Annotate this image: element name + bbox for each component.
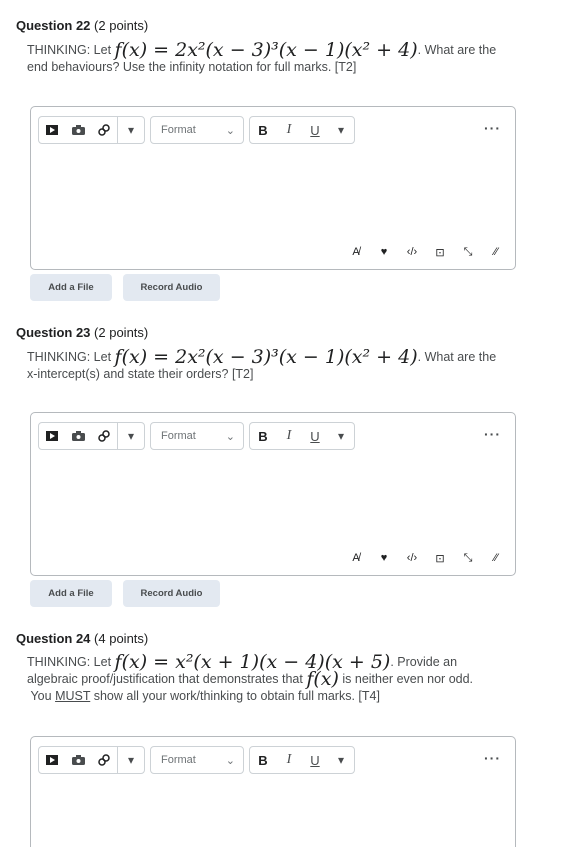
question-text-after: . What are the [417, 43, 497, 57]
math-expression: f(x) = x²(x + 1)(x − 4)(x + 5) [114, 651, 391, 673]
camera-icon[interactable] [65, 747, 91, 773]
question-header: Question 24 (4 points) [16, 631, 148, 646]
question-prefix: THINKING: Let [27, 43, 115, 57]
video-icon[interactable] [39, 423, 65, 449]
add-file-button[interactable]: Add a File [30, 274, 112, 301]
spellcheck-icon[interactable]: A̸ [349, 245, 363, 259]
spellcheck-icon[interactable]: A̸ [349, 551, 363, 565]
question-number: Question 24 [16, 631, 91, 646]
italic-button[interactable]: I [276, 117, 302, 143]
link-icon[interactable] [91, 117, 117, 143]
more-options-icon[interactable]: ··· [484, 750, 501, 766]
preview-icon[interactable]: ⊡ [433, 551, 447, 565]
question-text-line3-end: show all your work/thinking to obtain fu… [90, 689, 380, 703]
link-icon[interactable] [91, 747, 117, 773]
camera-icon[interactable] [65, 423, 91, 449]
question-text-line2-end: is neither even nor odd. [338, 672, 474, 686]
dropdown-icon[interactable]: ▾ [118, 423, 144, 449]
question-points: (4 points) [94, 631, 149, 646]
editor-toolbar: ▾ Format ⌄ B I U ▾ [38, 116, 355, 144]
must-emphasis: MUST [55, 689, 91, 703]
underline-button[interactable]: U [302, 747, 328, 773]
editor-toolbar: ▾ Format ⌄ B I U ▾ [38, 746, 355, 774]
record-audio-button[interactable]: Record Audio [123, 274, 220, 301]
accessibility-icon[interactable]: ♥ [377, 245, 391, 259]
bold-button[interactable]: B [250, 747, 276, 773]
question-prefix: THINKING: Let [27, 350, 115, 364]
bold-button[interactable]: B [250, 117, 276, 143]
question-text: THINKING: Let f(x) = x²(x + 1)(x − 4)(x … [27, 651, 547, 705]
insert-group: ▾ [38, 422, 145, 450]
camera-icon[interactable] [65, 117, 91, 143]
question-number: Question 23 [16, 325, 91, 340]
question-header: Question 22 (2 points) [16, 18, 148, 33]
chevron-down-icon: ⌄ [225, 754, 235, 767]
more-options-icon[interactable]: ··· [484, 120, 501, 136]
editor-toolbar: ▾ Format ⌄ B I U ▾ [38, 422, 355, 450]
italic-button[interactable]: I [276, 747, 302, 773]
question-text-line2: algebraic proof/justification that demon… [27, 672, 307, 686]
format-label: Format [161, 124, 196, 136]
dropdown-icon[interactable]: ▾ [118, 117, 144, 143]
resize-icon[interactable]: ⁄⁄ [489, 551, 503, 565]
more-format-dropdown[interactable]: ▾ [328, 423, 354, 449]
source-code-icon[interactable]: ‹/› [405, 551, 419, 565]
question-points: (2 points) [94, 325, 149, 340]
bold-button[interactable]: B [250, 423, 276, 449]
video-icon[interactable] [39, 747, 65, 773]
question-points: (2 points) [94, 18, 149, 33]
resize-icon[interactable]: ⁄⁄ [489, 245, 503, 259]
editor-bottom-icons: A̸ ♥ ‹/› ⊡ ⤡ ⁄⁄ [349, 245, 503, 259]
question-number: Question 22 [16, 18, 91, 33]
question-text-after: . What are the [417, 350, 497, 364]
more-options-icon[interactable]: ··· [484, 426, 501, 442]
underline-button[interactable]: U [302, 423, 328, 449]
underline-button[interactable]: U [302, 117, 328, 143]
format-label: Format [161, 430, 196, 442]
more-format-dropdown[interactable]: ▾ [328, 747, 354, 773]
video-icon[interactable] [39, 117, 65, 143]
format-select[interactable]: Format ⌄ [150, 746, 244, 774]
answer-editor[interactable]: ▾ Format ⌄ B I U ▾ ··· [30, 736, 516, 847]
preview-icon[interactable]: ⊡ [433, 245, 447, 259]
math-fx-inline: f(x) [306, 668, 339, 690]
text-style-group: B I U ▾ [249, 422, 355, 450]
question-text-line2: x-intercept(s) and state their orders? [… [27, 367, 254, 381]
link-icon[interactable] [91, 423, 117, 449]
question-text-line2: end behaviours? Use the infinity notatio… [27, 60, 357, 74]
editor-bottom-icons: A̸ ♥ ‹/› ⊡ ⤡ ⁄⁄ [349, 551, 503, 565]
question-header: Question 23 (2 points) [16, 325, 148, 340]
answer-editor[interactable]: ▾ Format ⌄ B I U ▾ ··· A̸ ♥ ‹/› ⊡ ⤡ ⁄⁄ [30, 106, 516, 270]
add-file-button[interactable]: Add a File [30, 580, 112, 607]
accessibility-icon[interactable]: ♥ [377, 551, 391, 565]
dropdown-icon[interactable]: ▾ [118, 747, 144, 773]
format-select[interactable]: Format ⌄ [150, 116, 244, 144]
chevron-down-icon: ⌄ [225, 430, 235, 443]
math-expression: f(x) = 2x²(x − 3)³(x − 1)(x² + 4) [114, 39, 418, 61]
question-text-after: . Provide an [390, 655, 458, 669]
text-style-group: B I U ▾ [249, 746, 355, 774]
chevron-down-icon: ⌄ [225, 124, 235, 137]
source-code-icon[interactable]: ‹/› [405, 245, 419, 259]
more-format-dropdown[interactable]: ▾ [328, 117, 354, 143]
fullscreen-icon[interactable]: ⤡ [461, 245, 475, 259]
italic-button[interactable]: I [276, 423, 302, 449]
question-text-line3: You [30, 689, 56, 703]
format-select[interactable]: Format ⌄ [150, 422, 244, 450]
insert-group: ▾ [38, 116, 145, 144]
question-prefix: THINKING: Let [27, 655, 115, 669]
insert-group: ▾ [38, 746, 145, 774]
format-label: Format [161, 754, 196, 766]
fullscreen-icon[interactable]: ⤡ [461, 551, 475, 565]
answer-editor[interactable]: ▾ Format ⌄ B I U ▾ ··· A̸ ♥ ‹/› ⊡ ⤡ ⁄⁄ [30, 412, 516, 576]
math-expression: f(x) = 2x²(x − 3)³(x − 1)(x² + 4) [114, 346, 418, 368]
question-text: THINKING: Let f(x) = 2x²(x − 3)³(x − 1)(… [27, 39, 547, 76]
record-audio-button[interactable]: Record Audio [123, 580, 220, 607]
question-text: THINKING: Let f(x) = 2x²(x − 3)³(x − 1)(… [27, 346, 547, 383]
text-style-group: B I U ▾ [249, 116, 355, 144]
